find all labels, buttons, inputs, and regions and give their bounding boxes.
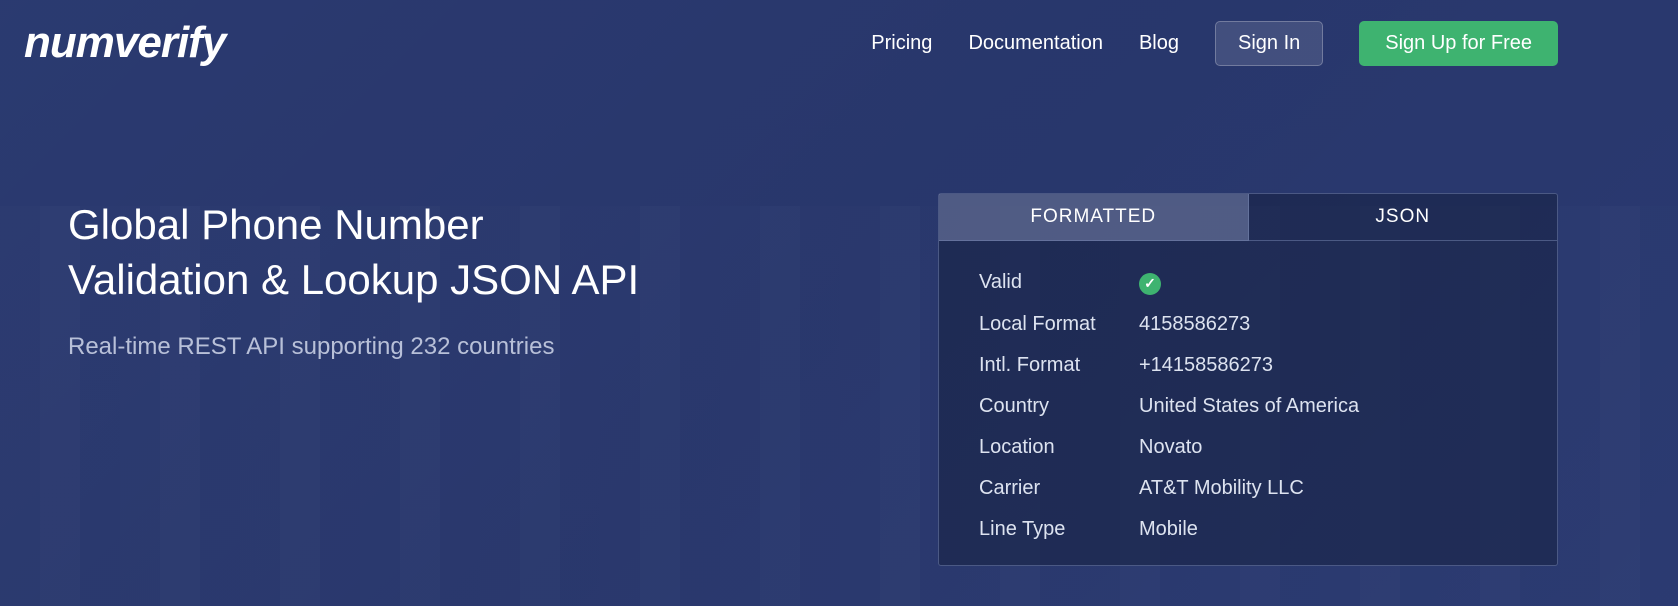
value-valid: ✓ — [1139, 271, 1161, 295]
result-row-carrier: Carrier AT&T Mobility LLC — [979, 477, 1517, 500]
result-row-country: Country United States of America — [979, 395, 1517, 418]
signin-button[interactable]: Sign In — [1215, 21, 1323, 66]
hero-section: Global Phone Number Validation & Lookup … — [0, 68, 1678, 566]
label-location: Location — [979, 436, 1139, 459]
tabs: FORMATTED JSON — [939, 194, 1557, 241]
value-location: Novato — [1139, 436, 1202, 459]
label-line-type: Line Type — [979, 518, 1139, 541]
result-row-local-format: Local Format 4158586273 — [979, 313, 1517, 336]
result-row-location: Location Novato — [979, 436, 1517, 459]
nav-pricing[interactable]: Pricing — [871, 32, 932, 55]
hero-subtitle: Real-time REST API supporting 232 countr… — [68, 333, 858, 361]
result-row-line-type: Line Type Mobile — [979, 518, 1517, 541]
label-carrier: Carrier — [979, 477, 1139, 500]
label-country: Country — [979, 395, 1139, 418]
value-line-type: Mobile — [1139, 518, 1198, 541]
tab-formatted[interactable]: FORMATTED — [939, 194, 1249, 241]
result-body: Valid ✓ Local Format 4158586273 Intl. Fo… — [939, 241, 1557, 565]
nav-blog[interactable]: Blog — [1139, 32, 1179, 55]
nav-documentation[interactable]: Documentation — [968, 32, 1103, 55]
value-local-format: 4158586273 — [1139, 313, 1250, 336]
value-intl-format: +14158586273 — [1139, 354, 1273, 377]
header: numverify Pricing Documentation Blog Sig… — [0, 0, 1678, 68]
tab-json[interactable]: JSON — [1249, 194, 1558, 241]
logo[interactable]: numverify — [24, 18, 225, 68]
value-carrier: AT&T Mobility LLC — [1139, 477, 1304, 500]
nav: Pricing Documentation Blog Sign In Sign … — [871, 21, 1558, 66]
result-row-intl-format: Intl. Format +14158586273 — [979, 354, 1517, 377]
hero-title: Global Phone Number Validation & Lookup … — [68, 198, 858, 307]
value-country: United States of America — [1139, 395, 1359, 418]
signup-button[interactable]: Sign Up for Free — [1359, 21, 1558, 66]
hero-title-line1: Global Phone Number — [68, 201, 484, 248]
result-row-valid: Valid ✓ — [979, 271, 1517, 295]
label-intl-format: Intl. Format — [979, 354, 1139, 377]
label-valid: Valid — [979, 271, 1139, 294]
hero-title-line2: Validation & Lookup JSON API — [68, 256, 639, 303]
label-local-format: Local Format — [979, 313, 1139, 336]
result-card: FORMATTED JSON Valid ✓ Local Format 4158… — [938, 193, 1558, 566]
check-icon: ✓ — [1139, 273, 1161, 295]
hero-content: Global Phone Number Validation & Lookup … — [68, 198, 858, 566]
